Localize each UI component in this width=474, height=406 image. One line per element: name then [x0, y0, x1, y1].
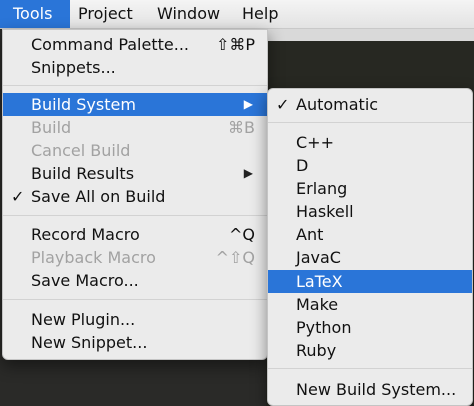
menu-item-new-snippet[interactable]: New Snippet...: [3, 331, 267, 354]
menu-bar: Tools Project Window Help: [0, 0, 474, 29]
checkmark-icon: ✓: [11, 187, 25, 206]
menu-item-label: Automatic: [296, 95, 379, 114]
build-system-submenu: ✓ Automatic C++ D Erlang Haskell Ant Jav…: [267, 88, 473, 406]
menu-item-d[interactable]: D: [268, 154, 472, 177]
menu-item-cpp[interactable]: C++: [268, 131, 472, 154]
menu-item-build-system[interactable]: Build System ▶: [3, 93, 267, 116]
menu-separator: [268, 368, 472, 369]
menu-item-javac[interactable]: JavaC: [268, 246, 472, 269]
menu-item-label: New Snippet...: [31, 333, 148, 352]
menu-item-snippets[interactable]: Snippets...: [3, 56, 267, 79]
menubar-help[interactable]: Help: [242, 0, 278, 28]
menu-item-label: LaTeX: [296, 272, 343, 291]
menu-item-new-build-system[interactable]: New Build System...: [268, 378, 472, 401]
menu-item-latex[interactable]: LaTeX: [268, 270, 472, 293]
menu-item-haskell[interactable]: Haskell: [268, 200, 472, 223]
menu-item-label: Command Palette...: [31, 35, 189, 54]
menu-item-label: C++: [296, 133, 334, 152]
menu-item-ant[interactable]: Ant: [268, 223, 472, 246]
menu-item-save-all-on-build[interactable]: ✓ Save All on Build: [3, 185, 267, 208]
menu-item-label: D: [296, 156, 309, 175]
menu-item-label: Make: [296, 295, 339, 314]
menu-item-label: Snippets...: [31, 58, 116, 77]
menu-item-label: Ruby: [296, 341, 337, 360]
menu-item-label: Save All on Build: [31, 187, 166, 206]
menu-separator: [268, 122, 472, 123]
menu-item-python[interactable]: Python: [268, 316, 472, 339]
menu-separator: [3, 299, 267, 300]
menu-item-automatic[interactable]: ✓ Automatic: [268, 93, 472, 116]
window-title-strip: [266, 29, 474, 41]
menu-item-save-macro[interactable]: Save Macro...: [3, 269, 267, 292]
menu-item-cancel-build[interactable]: Cancel Build: [3, 139, 267, 162]
submenu-arrow-icon: ▶: [243, 166, 253, 180]
menu-item-label: New Build System...: [296, 380, 457, 399]
menu-item-erlang[interactable]: Erlang: [268, 177, 472, 200]
menu-item-command-palette[interactable]: Command Palette... ⇧⌘P: [3, 33, 267, 56]
menu-item-label: JavaC: [296, 248, 341, 267]
submenu-arrow-icon: ▶: [243, 97, 253, 111]
menu-item-label: Build System: [31, 95, 136, 114]
menubar-window[interactable]: Window: [157, 0, 220, 28]
checkmark-icon: ✓: [276, 95, 290, 114]
menu-item-label: Python: [296, 318, 352, 337]
menu-item-make[interactable]: Make: [268, 293, 472, 316]
menu-separator: [3, 215, 267, 216]
menu-item-label: Erlang: [296, 179, 348, 198]
menu-item-label: Cancel Build: [31, 141, 131, 160]
menu-item-build[interactable]: Build ⌘B: [3, 116, 267, 139]
menu-item-build-results[interactable]: Build Results ▶: [3, 162, 267, 185]
menu-item-label: Build Results: [31, 164, 135, 183]
menu-item-label: Build: [31, 118, 72, 137]
shortcut-label: ^Q: [229, 225, 255, 244]
menu-item-ruby[interactable]: Ruby: [268, 339, 472, 362]
shortcut-label: ⇧⌘P: [215, 35, 255, 54]
menu-item-label: Ant: [296, 225, 324, 244]
menubar-project[interactable]: Project: [78, 0, 133, 28]
shortcut-label: ^⇧Q: [215, 248, 255, 267]
menu-item-label: Haskell: [296, 202, 354, 221]
menu-item-playback-macro[interactable]: Playback Macro ^⇧Q: [3, 246, 267, 269]
menu-separator: [3, 85, 267, 86]
menu-item-label: Save Macro...: [31, 271, 139, 290]
menu-item-new-plugin[interactable]: New Plugin...: [3, 308, 267, 331]
menu-item-label: Playback Macro: [31, 248, 156, 267]
shortcut-label: ⌘B: [228, 118, 255, 137]
menu-item-record-macro[interactable]: Record Macro ^Q: [3, 223, 267, 246]
menu-item-label: Record Macro: [31, 225, 140, 244]
menu-item-label: New Plugin...: [31, 310, 136, 329]
menubar-tools[interactable]: Tools: [0, 0, 70, 28]
tools-menu: Command Palette... ⇧⌘P Snippets... Build…: [2, 29, 268, 360]
